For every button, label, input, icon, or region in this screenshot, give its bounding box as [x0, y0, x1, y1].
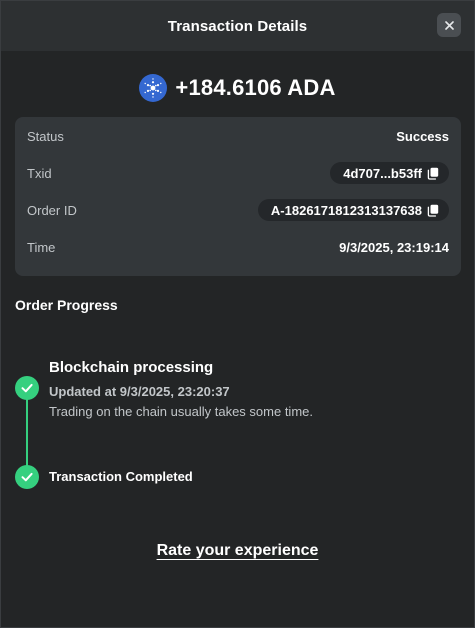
status-value: Success	[396, 128, 449, 144]
status-row: Status Success	[27, 124, 449, 148]
order-progress-title: Order Progress	[15, 297, 118, 313]
order-id-copy-pill[interactable]: A-1826171812313137638	[257, 199, 449, 221]
close-icon	[444, 20, 454, 30]
transaction-details-modal: Transaction Details +184.6106 ADA Status…	[0, 0, 475, 628]
order-id-label: Order ID	[27, 202, 77, 218]
copy-icon[interactable]	[427, 167, 439, 180]
time-label: Time	[27, 239, 56, 255]
transaction-amount: +184.6106 ADA	[175, 75, 336, 100]
step-title: Blockchain processing	[49, 359, 214, 376]
close-button[interactable]	[437, 13, 461, 37]
rate-experience-row: Rate your experience	[1, 542, 474, 560]
step-title: Transaction Completed	[49, 469, 193, 484]
step-updated-time: Updated at 9/3/2025, 23:20:37	[49, 384, 230, 399]
check-icon	[15, 465, 39, 489]
cardano-logo-icon	[139, 74, 168, 102]
step-description: Trading on the chain usually takes some …	[49, 404, 313, 419]
details-card: Status Success Txid 4d707...b53ff Order …	[15, 117, 461, 276]
status-label: Status	[27, 128, 64, 144]
modal-title: Transaction Details	[167, 17, 308, 35]
txid-row: Txid 4d707...b53ff	[27, 161, 449, 185]
order-id-value: A-1826171812313137638	[270, 202, 422, 218]
modal-header: Transaction Details	[1, 1, 474, 51]
order-id-row: Order ID A-1826171812313137638	[27, 198, 449, 222]
txid-label: Txid	[27, 165, 52, 181]
timeline-connector	[26, 396, 28, 470]
copy-icon[interactable]	[427, 204, 439, 217]
amount-row: +184.6106 ADA	[1, 71, 474, 105]
check-icon	[15, 376, 39, 400]
txid-value: 4d707...b53ff	[343, 165, 422, 181]
time-value: 9/3/2025, 23:19:14	[339, 239, 449, 255]
time-row: Time 9/3/2025, 23:19:14	[27, 235, 449, 259]
rate-experience-link[interactable]: Rate your experience	[157, 542, 319, 559]
txid-copy-pill[interactable]: 4d707...b53ff	[330, 162, 449, 184]
